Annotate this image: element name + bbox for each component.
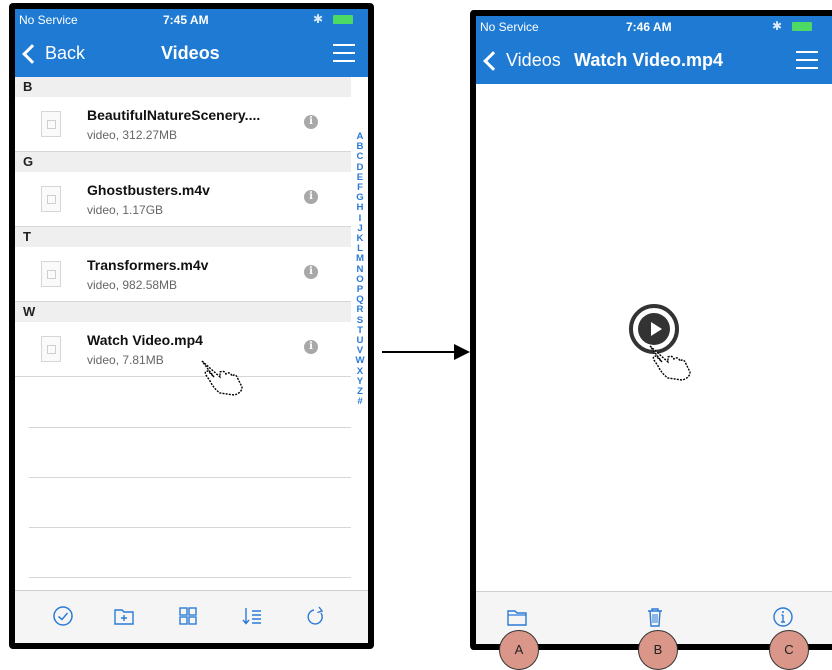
nav-bar: Videos Watch Video.mp4 bbox=[476, 38, 832, 84]
trash-icon[interactable] bbox=[644, 606, 666, 628]
file-name: Ghostbusters.m4v bbox=[87, 182, 210, 198]
transition-arrow bbox=[382, 351, 458, 353]
list-item[interactable]: Ghostbusters.m4v video, 1.17GB i bbox=[15, 172, 351, 227]
select-all-icon[interactable] bbox=[52, 605, 74, 627]
video-file-icon bbox=[41, 261, 61, 287]
list-item[interactable]: Transformers.m4v video, 982.58MB i bbox=[15, 247, 351, 302]
tap-hand-icon bbox=[201, 360, 243, 396]
info-icon[interactable] bbox=[772, 606, 794, 628]
battery-icon bbox=[333, 15, 353, 24]
file-name: BeautifulNatureScenery.... bbox=[87, 107, 261, 123]
empty-row-divider bbox=[29, 577, 351, 578]
status-time: 7:46 AM bbox=[626, 20, 672, 34]
new-folder-icon[interactable] bbox=[113, 605, 135, 627]
status-bar: No Service 7:45 AM ✱ bbox=[15, 9, 368, 31]
file-name: Watch Video.mp4 bbox=[87, 332, 203, 348]
refresh-icon[interactable] bbox=[305, 605, 327, 627]
page-title: Videos bbox=[161, 43, 220, 63]
bottom-toolbar bbox=[15, 590, 368, 643]
empty-row-divider bbox=[29, 427, 351, 428]
file-name: Transformers.m4v bbox=[87, 257, 209, 273]
nav-bar: Back Videos bbox=[15, 31, 368, 77]
back-button-label: Back bbox=[45, 43, 86, 63]
video-player[interactable] bbox=[476, 84, 832, 592]
annotation-badge-b: B bbox=[638, 630, 678, 670]
index-letter[interactable]: # bbox=[354, 397, 366, 407]
bluetooth-icon: ✱ bbox=[772, 19, 783, 33]
info-icon[interactable]: i bbox=[304, 115, 318, 129]
back-button[interactable]: Videos bbox=[482, 50, 561, 71]
back-button-label: Videos bbox=[506, 50, 561, 70]
bluetooth-icon: ✱ bbox=[313, 12, 324, 26]
info-icon[interactable]: i bbox=[304, 190, 318, 204]
carrier-label: No Service bbox=[480, 20, 539, 34]
left-phone-screen: No Service 7:45 AM ✱ Back Videos B Beaut… bbox=[9, 3, 374, 649]
file-meta: video, 982.58MB bbox=[87, 278, 178, 292]
carrier-label: No Service bbox=[19, 13, 78, 27]
file-meta: video, 7.81MB bbox=[87, 353, 164, 367]
section-header-w: W bbox=[15, 302, 351, 322]
video-file-icon bbox=[41, 111, 61, 137]
file-meta: video, 1.17GB bbox=[87, 203, 164, 217]
folder-icon[interactable] bbox=[506, 606, 528, 628]
tap-hand-icon bbox=[649, 345, 691, 381]
video-file-icon bbox=[41, 186, 61, 212]
section-header-g: G bbox=[15, 152, 351, 172]
section-header-t: T bbox=[15, 227, 351, 247]
right-phone-screen: No Service 7:46 AM ✱ Videos Watch Video.… bbox=[470, 10, 832, 650]
alphabet-index[interactable]: A B C D E F G H I J K L M N O P Q R S T U V W X Y Z # bbox=[354, 131, 366, 407]
info-icon[interactable]: i bbox=[304, 340, 318, 354]
section-header-b: B bbox=[15, 77, 351, 97]
status-time: 7:45 AM bbox=[163, 13, 209, 27]
list-item[interactable]: BeautifulNatureScenery.... video, 312.27… bbox=[15, 97, 351, 152]
list-item[interactable]: Watch Video.mp4 video, 7.81MB i bbox=[15, 322, 351, 377]
play-icon bbox=[638, 313, 670, 345]
back-button[interactable]: Back bbox=[21, 43, 85, 64]
menu-icon[interactable] bbox=[796, 51, 818, 69]
chevron-left-icon bbox=[22, 43, 42, 64]
chevron-left-icon bbox=[483, 50, 503, 71]
annotation-badge-c: C bbox=[769, 630, 809, 670]
arrow-head bbox=[454, 344, 470, 360]
annotation-badge-a: A bbox=[499, 630, 539, 670]
menu-icon[interactable] bbox=[333, 44, 355, 62]
page-title: Watch Video.mp4 bbox=[574, 50, 724, 70]
empty-row-divider bbox=[29, 477, 351, 478]
file-meta: video, 312.27MB bbox=[87, 128, 178, 142]
status-bar: No Service 7:46 AM ✱ bbox=[476, 16, 832, 38]
sort-icon[interactable] bbox=[241, 605, 263, 627]
empty-row-divider bbox=[29, 527, 351, 528]
info-icon[interactable]: i bbox=[304, 265, 318, 279]
grid-view-icon[interactable] bbox=[177, 605, 199, 627]
battery-icon bbox=[792, 22, 812, 31]
video-file-icon bbox=[41, 336, 61, 362]
